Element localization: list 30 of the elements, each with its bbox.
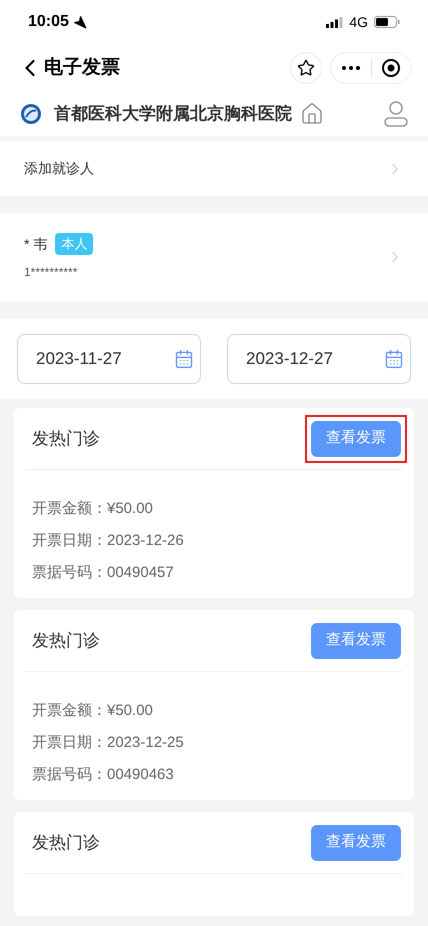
page-title: 电子发票 — [44, 56, 120, 80]
department-name: 发热门诊 — [31, 832, 100, 854]
hospital-logo-icon — [20, 103, 42, 125]
patient-id: 1********** — [24, 264, 78, 281]
department-name: 发热门诊 — [31, 428, 100, 450]
star-icon — [297, 59, 315, 77]
favorite-button[interactable] — [290, 52, 322, 84]
date-field[interactable]: 2023-12-27 — [227, 334, 411, 384]
add-patient-row[interactable]: 添加就诊人 — [0, 141, 428, 196]
user-icon[interactable] — [384, 101, 408, 127]
status-time: 10:05 — [28, 12, 69, 32]
patient-card[interactable]: * 韦 本人 1********** — [0, 213, 428, 301]
invoice-detail: 开票金额：¥50.00 — [32, 701, 154, 721]
invoice-detail: 开票日期：2023-12-25 — [32, 733, 185, 753]
invoice-detail: 票据号码：00490463 — [32, 765, 175, 785]
hospital-name: 首都医科大学附属北京胸科医院 — [54, 103, 292, 126]
invoice-detail: 开票日期：2023-12-26 — [32, 531, 185, 551]
invoice-detail: 开票金额：¥50.00 — [32, 499, 154, 519]
network-label: 4G — [349, 12, 368, 32]
calendar-icon — [174, 349, 194, 369]
calendar-icon — [384, 349, 404, 369]
date-field[interactable]: 2023-11-27 — [17, 334, 201, 384]
self-tag: 本人 — [55, 233, 94, 255]
home-icon[interactable] — [300, 102, 324, 126]
department-name: 发热门诊 — [31, 630, 100, 652]
patient-name: * 韦 — [24, 234, 48, 254]
battery-icon — [374, 16, 400, 28]
location-icon — [72, 15, 87, 29]
invoice-detail: 票据号码：00490457 — [32, 563, 175, 583]
signal-icon — [326, 16, 344, 28]
